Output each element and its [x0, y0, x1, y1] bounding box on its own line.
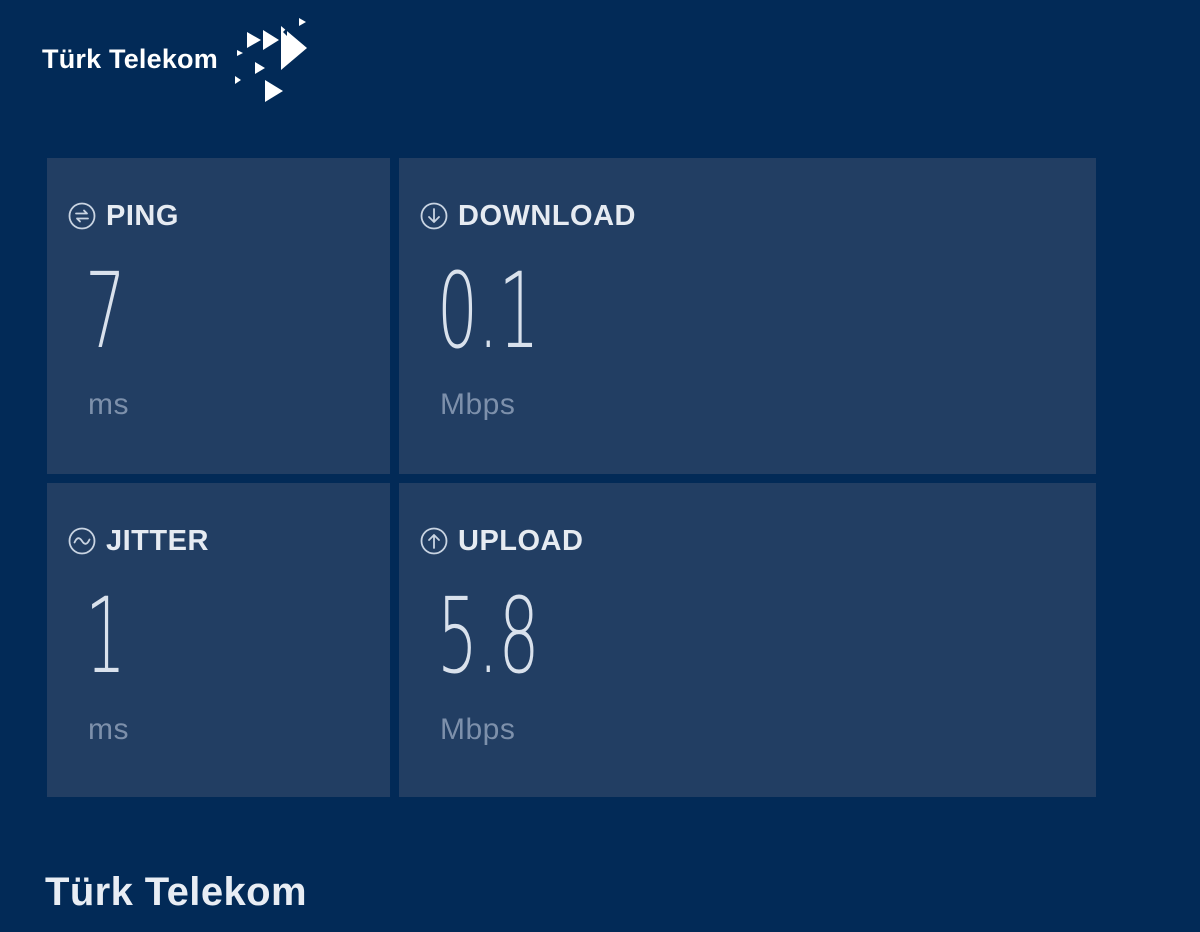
upload-tile: UPLOAD 5.8 Mbps	[399, 483, 1096, 797]
logo-text: Türk Telekom	[42, 44, 218, 74]
download-label: DOWNLOAD	[458, 199, 636, 232]
download-arrow-icon	[420, 202, 448, 230]
ping-tile: PING 7 ms	[47, 158, 390, 474]
turk-telekom-arrows-logo-icon	[235, 18, 307, 102]
provider-name: Türk Telekom	[45, 870, 307, 914]
ping-header: PING	[67, 198, 179, 234]
upload-arrow-icon	[420, 527, 448, 555]
ping-value: 7	[85, 250, 127, 372]
download-unit: Mbps	[440, 388, 516, 421]
jitter-label: JITTER	[106, 524, 209, 557]
download-tile: DOWNLOAD 0.1 Mbps	[399, 158, 1096, 474]
download-header: DOWNLOAD	[419, 198, 636, 234]
ping-label: PING	[106, 199, 179, 232]
download-value: 0.1	[437, 250, 540, 372]
jitter-header: JITTER	[67, 523, 209, 559]
upload-header: UPLOAD	[419, 523, 583, 559]
jitter-unit: ms	[88, 713, 129, 746]
ping-unit: ms	[88, 388, 129, 421]
jitter-tile: JITTER 1 ms	[47, 483, 390, 797]
ping-icon	[68, 202, 96, 230]
turk-telekom-logo: Türk Telekom	[42, 18, 312, 108]
jitter-value: 1	[85, 575, 127, 697]
upload-label: UPLOAD	[458, 524, 584, 557]
jitter-wave-icon	[68, 527, 96, 555]
upload-value: 5.8	[437, 575, 540, 697]
upload-unit: Mbps	[440, 713, 516, 746]
